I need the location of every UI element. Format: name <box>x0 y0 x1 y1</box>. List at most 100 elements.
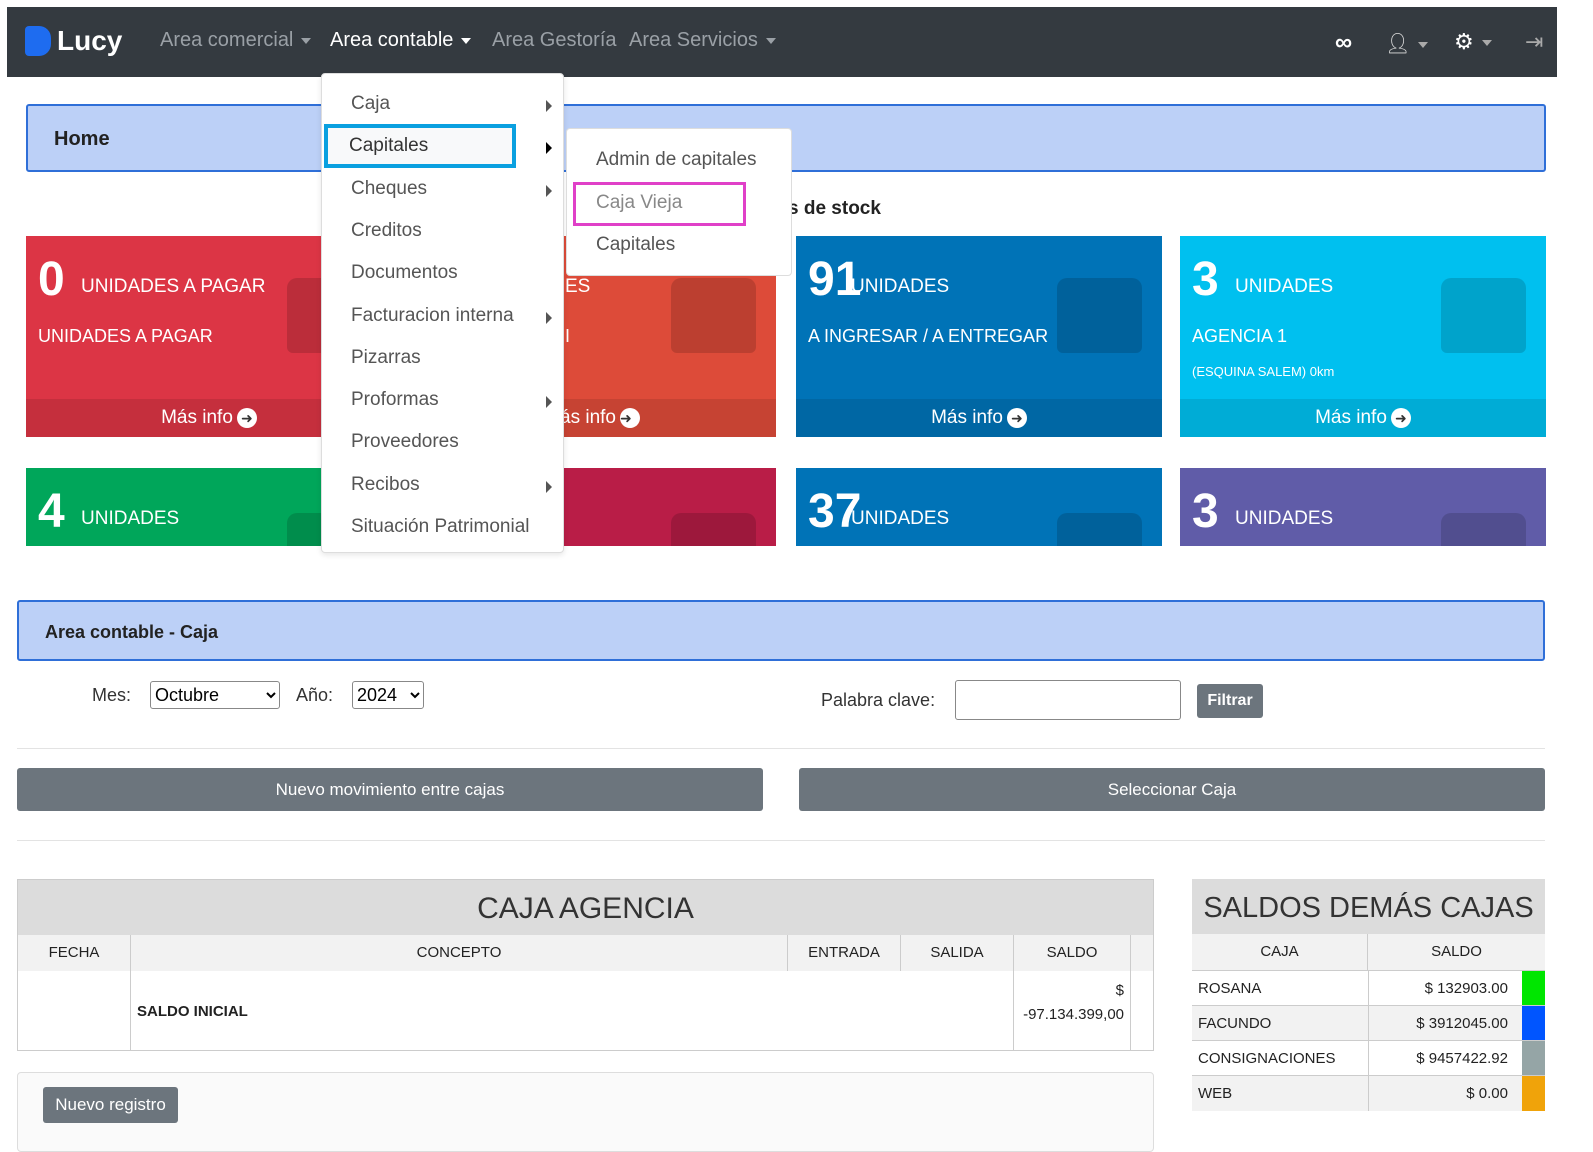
color-swatch <box>1522 970 1545 1006</box>
menu-item-proformas[interactable]: Proformas <box>351 389 439 411</box>
arrow-circle-right-icon: ➜ <box>1006 407 1027 428</box>
col-entrada: ENTRADA <box>788 935 901 971</box>
nav-area-servicios[interactable]: Area Servicios <box>629 29 776 52</box>
submenu-capitales[interactable]: Capitales <box>596 234 675 256</box>
new-record-button[interactable]: Nuevo registro <box>43 1087 178 1123</box>
page-title: Home <box>54 128 110 150</box>
arrow-circle-right-icon: ➜ <box>236 407 257 428</box>
saldo-row: CONSIGNACIONES $ 9457422.92 <box>1192 1040 1545 1076</box>
anio-label: Año: <box>296 685 334 705</box>
nav-area-comercial[interactable]: Area comercial <box>160 29 312 52</box>
card-title: UNIDADES <box>851 276 950 297</box>
saldo-row: WEB $ 0.00 <box>1192 1075 1545 1111</box>
mes-label: Mes: <box>92 685 132 705</box>
caja-header: Area contable - Caja <box>17 600 1545 661</box>
anio-select[interactable]: 2024 <box>352 681 424 709</box>
table-title: CAJA AGENCIA <box>18 880 1153 935</box>
card-title: ES <box>565 276 591 297</box>
more-info-link[interactable]: Más info ➜ <box>796 399 1162 437</box>
stock-heading: s de stock <box>788 198 881 219</box>
saldos-table: SALDOS DEMÁS CAJAS CAJA SALDO ROSANA $ 1… <box>1192 879 1545 1111</box>
infinity-icon[interactable]: ∞ <box>1335 29 1352 57</box>
card-subtitle: UNIDADES A PAGAR <box>38 326 213 346</box>
saldo-row: FACUNDO $ 3912045.00 <box>1192 1005 1545 1041</box>
card-number: 3 <box>1192 485 1219 538</box>
card-title: UNIDADES <box>1235 276 1334 297</box>
filter-button[interactable]: Filtrar <box>1197 684 1263 718</box>
divider <box>17 840 1545 841</box>
menu-item-situación-patrimonial[interactable]: Situación Patrimonial <box>351 516 529 538</box>
card-title: UNIDADES <box>81 508 180 529</box>
menu-item-facturacion-interna[interactable]: Facturacion interna <box>351 305 514 327</box>
car-icon <box>671 278 756 353</box>
saldo-row: ROSANA $ 132903.00 <box>1192 970 1545 1006</box>
submenu-admin-capitales[interactable]: Admin de capitales <box>596 149 757 171</box>
chevron-right-icon <box>546 480 552 493</box>
highlight-caja-vieja <box>573 182 746 226</box>
chevron-right-icon <box>546 311 552 324</box>
car-icon <box>1057 513 1142 546</box>
col-saldo: SALDO <box>1014 935 1131 971</box>
arrow-circle-right-icon: ➜ <box>619 407 640 428</box>
section-title: Area contable - Caja <box>45 622 219 642</box>
new-movement-button[interactable]: Nuevo movimiento entre cajas <box>17 768 763 811</box>
menu-item-pizarras[interactable]: Pizarras <box>351 347 421 369</box>
chevron-right-icon <box>546 142 552 155</box>
logout-icon[interactable]: ⇥ <box>1525 29 1543 55</box>
cell-concepto: SALDO INICIAL <box>131 971 1014 1051</box>
col-caja: CAJA <box>1192 934 1368 970</box>
navbar: Lucy Area comercial Area contable Area G… <box>7 7 1557 77</box>
nav-area-gestoria[interactable]: Area Gestoría <box>492 29 617 52</box>
caja-name: WEB <box>1192 1075 1369 1111</box>
more-info-link[interactable]: Más info ➜ <box>1180 399 1546 437</box>
card-title: UNIDADES A PAGAR <box>81 276 266 297</box>
menu-item-creditos[interactable]: Creditos <box>351 220 422 242</box>
table-row: SALDO INICIAL $ -97.134.399,00 <box>18 971 1153 1051</box>
caret-down-icon <box>765 37 776 44</box>
stat-card: 37 UNIDADES <box>796 468 1162 546</box>
keyword-label: Palabra clave: <box>821 690 936 710</box>
card-number: 3 <box>1192 253 1219 306</box>
card-title: UNIDADES <box>1235 508 1334 529</box>
caja-saldo: $ 132903.00 <box>1368 970 1522 1006</box>
menu-item-recibos[interactable]: Recibos <box>351 474 420 496</box>
col-saldo: SALDO <box>1431 943 1482 960</box>
menu-item-documentos[interactable]: Documentos <box>351 262 458 284</box>
brand-name: Lucy <box>57 25 123 56</box>
car-icon <box>671 513 756 546</box>
mes-select[interactable]: Octubre <box>150 681 280 709</box>
card-number: 4 <box>38 485 65 538</box>
brand-logo[interactable]: Lucy <box>25 25 122 57</box>
lucy-logo-icon <box>25 26 51 56</box>
card-title: UNIDADES <box>851 508 950 529</box>
menu-item-proveedores[interactable]: Proveedores <box>351 431 459 453</box>
car-icon <box>1057 278 1142 353</box>
col-concepto: CONCEPTO <box>131 935 788 971</box>
caret-down-icon <box>301 37 312 44</box>
arrow-circle-right-icon: ➜ <box>1390 407 1411 428</box>
color-swatch <box>1522 1040 1545 1076</box>
select-caja-button[interactable]: Seleccionar Caja <box>799 768 1545 811</box>
menu-item-caja[interactable]: Caja <box>351 93 390 115</box>
card-subtitle-2: (ESQUINA SALEM) 0km <box>1192 364 1335 379</box>
caja-agencia-table: CAJA AGENCIA FECHA CONCEPTO ENTRADA SALI… <box>17 879 1154 1051</box>
caja-saldo: $ 3912045.00 <box>1368 1005 1522 1041</box>
car-icon <box>1441 278 1526 353</box>
currency-symbol: $ <box>1115 982 1124 999</box>
card-number: 0 <box>38 253 65 306</box>
user-icon[interactable]: 👤︎ <box>1385 31 1429 56</box>
card-subtitle: I <box>565 326 571 346</box>
col-salida: SALIDA <box>901 935 1014 971</box>
menu-item-cheques[interactable]: Cheques <box>351 178 427 200</box>
card-subtitle: AGENCIA 1 <box>1192 326 1288 346</box>
menu-item-capitales[interactable]: Capitales <box>349 135 428 157</box>
keyword-input[interactable] <box>955 680 1181 720</box>
color-swatch <box>1522 1075 1545 1111</box>
gear-icon[interactable]: ⚙ <box>1454 29 1492 55</box>
caret-down-icon <box>461 37 472 44</box>
caja-saldo: $ 9457422.92 <box>1368 1040 1522 1076</box>
car-icon <box>1441 513 1526 546</box>
nav-area-contable[interactable]: Area contable <box>330 29 472 52</box>
new-record-panel: Nuevo registro <box>17 1072 1154 1152</box>
stat-card: 3 UNIDADES AGENCIA 1 (ESQUINA SALEM) 0km… <box>1180 236 1546 437</box>
